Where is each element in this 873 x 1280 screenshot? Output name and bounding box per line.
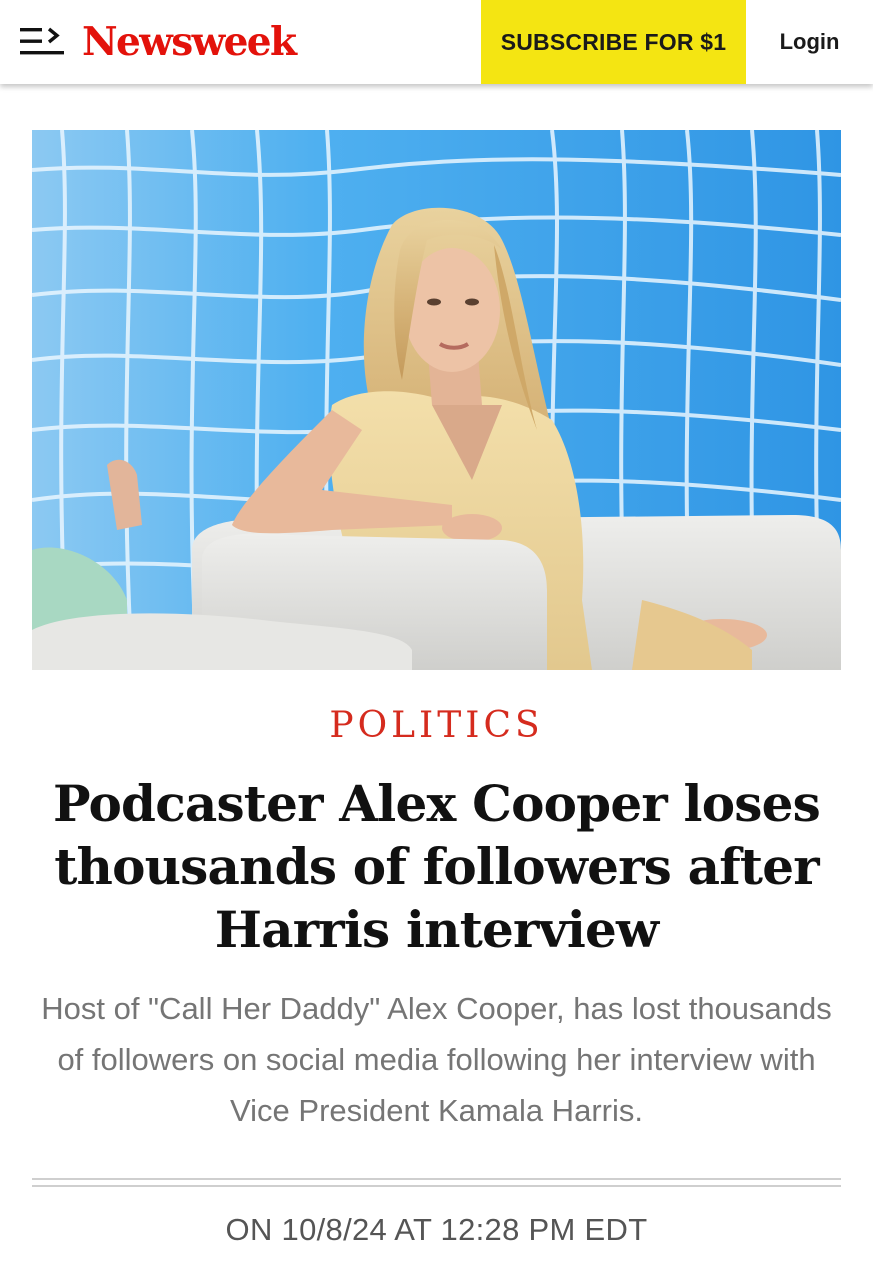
section-divider	[32, 1178, 841, 1187]
article-dateline: ON 10/8/24 AT 12:28 PM EDT	[225, 1212, 648, 1247]
newsweek-logo[interactable]: Newsweek	[82, 16, 297, 68]
article-headline: Podcaster Alex Cooper loses thousands of…	[53, 774, 821, 959]
menu-button[interactable]	[18, 25, 66, 59]
article-category-label[interactable]: POLITICS	[0, 702, 873, 750]
subscribe-button[interactable]: SUBSCRIBE FOR $1	[481, 0, 746, 84]
login-button[interactable]: Login	[746, 0, 873, 84]
top-nav-bar: Newsweek SUBSCRIBE FOR $1 Login	[0, 0, 873, 84]
article-hero-image[interactable]	[32, 130, 841, 670]
article-summary: Host of "Call Her Daddy" Alex Cooper, ha…	[41, 991, 832, 1128]
menu-icon	[20, 27, 64, 55]
hero-photo	[32, 130, 841, 670]
